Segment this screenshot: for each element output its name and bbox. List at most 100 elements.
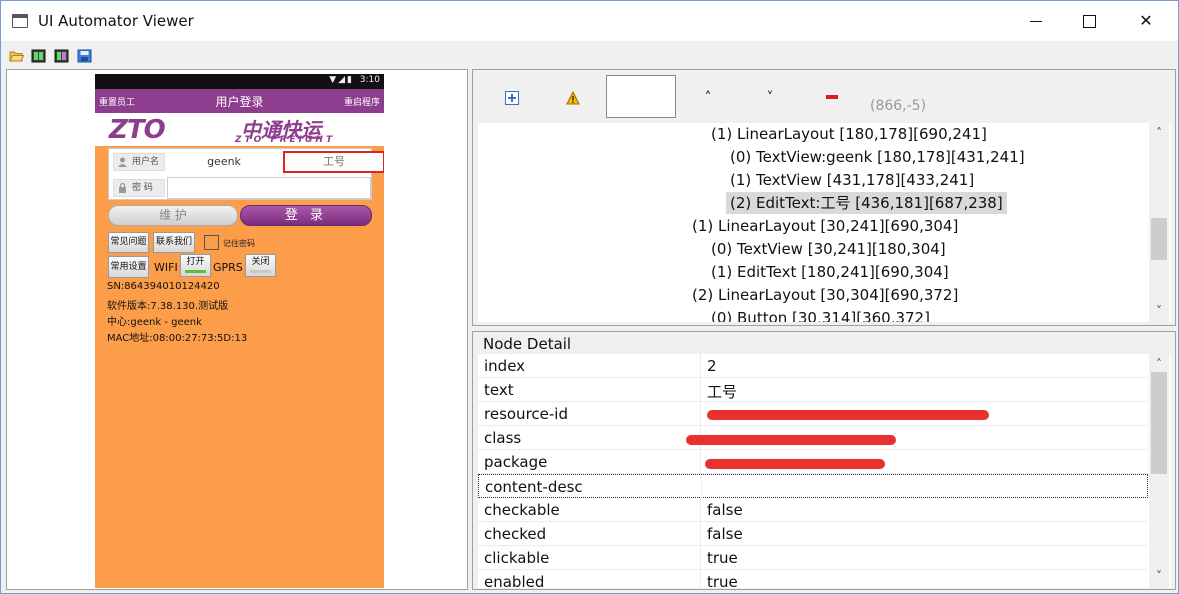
- column-divider: [700, 570, 701, 588]
- password-input[interactable]: [167, 177, 371, 199]
- app-window: UI Automator Viewer ✕ ▼◢▮ 3:10 重置员工 用户登录…: [0, 0, 1179, 594]
- detail-key: checkable: [484, 501, 560, 519]
- column-divider: [700, 498, 701, 522]
- wifi-open-label: 打开: [186, 257, 205, 267]
- login-button[interactable]: 登 录: [240, 205, 372, 226]
- column-divider: [701, 475, 702, 499]
- tree-node-selected[interactable]: (2) EditText:工号 [436,181][687,238]: [726, 192, 1007, 214]
- remember-password-label: 记住密码: [223, 239, 255, 248]
- gprs-close-indicator: [250, 270, 271, 273]
- detail-key: content-desc: [485, 478, 583, 496]
- detail-value: 2: [707, 357, 717, 375]
- detail-row[interactable]: text 工号: [478, 378, 1148, 402]
- node-detail-table[interactable]: index 2 text 工号 resource-id class packag…: [478, 354, 1171, 588]
- logo-english-text: ZTO FREIGHT: [235, 135, 336, 145]
- detail-scrollbar[interactable]: ˄ ˅: [1149, 354, 1169, 588]
- column-divider: [700, 378, 701, 402]
- mac-address: MAC地址:08:00:27:73:5D:13: [107, 333, 248, 344]
- cursor-coordinates: (866,-5): [870, 98, 927, 114]
- scroll-up-icon[interactable]: ˄: [1153, 127, 1165, 139]
- detail-row[interactable]: index 2: [478, 354, 1148, 378]
- save-icon[interactable]: [77, 49, 92, 63]
- detail-row[interactable]: clickable true: [478, 546, 1148, 570]
- tree-node[interactable]: (1) TextView [431,178][433,241]: [730, 169, 974, 191]
- username-label-text: 用户名: [132, 157, 160, 167]
- device-screenshot-icon[interactable]: [31, 49, 46, 63]
- tree-node[interactable]: (1) LinearLayout [180,178][690,241]: [711, 123, 987, 145]
- redaction-mark: [705, 459, 885, 469]
- previous-node-button[interactable]: ˄: [701, 91, 715, 105]
- device-screenshot-panel: ▼◢▮ 3:10 重置员工 用户登录 重启程序 ZTO 中通快运 ZTO FRE…: [6, 69, 468, 590]
- wifi-open-indicator: [185, 270, 206, 273]
- android-status-bar: ▼◢▮ 3:10: [95, 74, 384, 89]
- next-node-button[interactable]: ˅: [763, 91, 777, 105]
- gprs-close-button[interactable]: 关闭: [245, 254, 276, 277]
- minimize-button[interactable]: [1013, 1, 1059, 41]
- password-label: 密 码: [113, 179, 165, 197]
- close-button[interactable]: ✕: [1123, 1, 1169, 41]
- restart-app-button[interactable]: 重启程序: [344, 95, 380, 108]
- device-screenshot-compressed-icon[interactable]: [54, 49, 69, 63]
- logo-zto-text: ZTO: [109, 115, 166, 145]
- node-detail-panel: Node Detail index 2 text 工号 resource-id …: [472, 331, 1176, 590]
- tree-scrollbar[interactable]: ˄ ˅: [1149, 123, 1169, 322]
- tree-node[interactable]: (2) LinearLayout [30,304][690,372]: [692, 284, 958, 306]
- expand-all-icon[interactable]: [505, 91, 519, 105]
- user-icon: [118, 157, 127, 167]
- wifi-label: WIFI: [154, 261, 178, 274]
- login-form: 用户名 geenk 工号 密 码: [108, 148, 384, 200]
- status-time: 3:10: [359, 75, 380, 85]
- warning-icon[interactable]: [566, 91, 580, 105]
- faq-button[interactable]: 常见问题: [108, 232, 149, 253]
- tree-node[interactable]: (0) TextView [30,241][180,304]: [711, 238, 946, 260]
- detail-scroll-thumb[interactable]: [1151, 372, 1167, 474]
- tree-node[interactable]: (1) EditText [180,241][690,304]: [711, 261, 949, 283]
- detail-row[interactable]: package: [478, 450, 1148, 474]
- device-screen[interactable]: ▼◢▮ 3:10 重置员工 用户登录 重启程序 ZTO 中通快运 ZTO FRE…: [95, 74, 384, 588]
- open-icon[interactable]: [9, 49, 24, 63]
- detail-row[interactable]: checkable false: [478, 498, 1148, 522]
- detail-key: enabled: [484, 573, 545, 588]
- scroll-down-icon[interactable]: ˅: [1153, 305, 1165, 317]
- detail-value: true: [707, 549, 738, 567]
- username-value: geenk: [207, 155, 241, 168]
- tree-scroll-thumb[interactable]: [1151, 218, 1167, 260]
- remember-password-checkbox[interactable]: [204, 235, 219, 250]
- settings-button[interactable]: 常用设置: [108, 256, 149, 278]
- detail-key: class: [484, 429, 522, 447]
- detail-row-focused[interactable]: content-desc: [478, 474, 1148, 499]
- center-info: 中心:geenk - geenk: [107, 317, 202, 328]
- worker-id-input[interactable]: 工号: [283, 151, 384, 173]
- gprs-close-label: 关闭: [251, 257, 270, 267]
- maximize-button[interactable]: [1066, 1, 1112, 41]
- window-title: UI Automator Viewer: [38, 12, 194, 30]
- lock-icon: [119, 183, 126, 193]
- tree-node[interactable]: (1) LinearLayout [30,241][690,304]: [692, 215, 958, 237]
- signal-battery-icon: ▼◢▮: [329, 75, 354, 85]
- contact-us-button[interactable]: 联系我们: [153, 232, 195, 253]
- detail-key: checked: [484, 525, 547, 543]
- column-divider: [700, 450, 701, 474]
- hierarchy-tree[interactable]: (1) LinearLayout [180,178][690,241] (0) …: [478, 123, 1171, 322]
- scroll-up-icon[interactable]: ˄: [1153, 358, 1165, 370]
- detail-value: true: [707, 573, 738, 588]
- tree-node[interactable]: (0) Button [30,314][360,372]: [711, 307, 930, 322]
- redaction-mark: [686, 435, 896, 445]
- detail-row[interactable]: checked false: [478, 522, 1148, 546]
- password-label-text: 密 码: [132, 183, 153, 193]
- tree-node[interactable]: (0) TextView:geenk [180,178][431,241]: [730, 146, 1025, 168]
- username-label: 用户名: [113, 153, 165, 171]
- wifi-open-button[interactable]: 打开: [180, 254, 211, 277]
- software-version: 软件版本:7.38.130.测试版: [107, 301, 229, 312]
- collapse-icon[interactable]: [826, 95, 838, 99]
- detail-row[interactable]: class: [478, 426, 1148, 450]
- detail-row[interactable]: enabled true: [478, 570, 1148, 588]
- maintain-button[interactable]: 维 护: [108, 205, 238, 226]
- column-divider: [700, 354, 701, 378]
- column-divider: [700, 546, 701, 570]
- screen-title: 用户登录: [215, 95, 264, 109]
- detail-key: index: [484, 357, 526, 375]
- title-bar: UI Automator Viewer ✕: [1, 1, 1178, 41]
- scroll-down-icon[interactable]: ˅: [1153, 570, 1165, 582]
- detail-row[interactable]: resource-id: [478, 402, 1148, 426]
